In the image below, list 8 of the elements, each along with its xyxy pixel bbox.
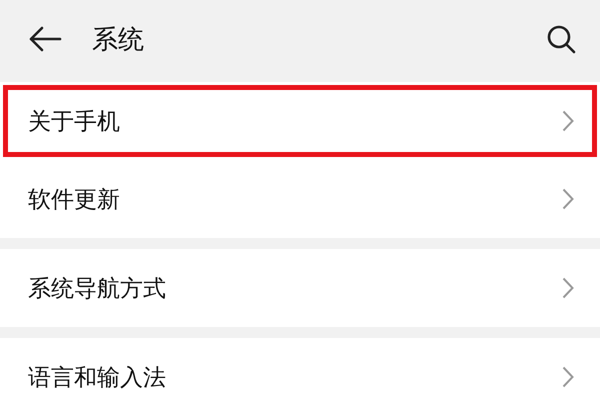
chevron-icon xyxy=(562,110,574,132)
chevron-icon xyxy=(562,277,574,299)
chevron-icon xyxy=(562,188,574,210)
back-icon[interactable] xyxy=(28,26,62,52)
page-title: 系统 xyxy=(92,24,144,56)
chevron-icon xyxy=(562,366,574,388)
search-icon[interactable] xyxy=(546,24,576,54)
settings-item[interactable]: 关于手机 xyxy=(0,82,600,160)
